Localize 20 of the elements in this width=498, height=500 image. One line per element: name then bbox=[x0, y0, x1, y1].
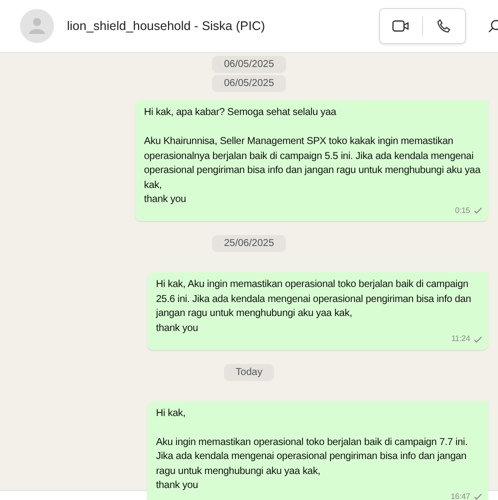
date-label: 06/05/2025 bbox=[212, 56, 286, 73]
message-text: Hi kak, Aku ingin memastikan operasional toko berjalan baik di campaign 25.6 ini. Jika ada kendala mengenai operasional pengiriman bisa info dan jangan ragu untuk menghubungi aku yaa kak, thank you bbox=[156, 278, 472, 335]
date-label: 25/06/2025 bbox=[212, 235, 286, 252]
check-icon bbox=[474, 336, 482, 343]
message-text: Hi kak, bbox=[156, 406, 187, 420]
message-text: Aku Khairunnisa, Seller Management SPX toko kakak ingin memastikan operasionalnya berjalan baik di campaign 5.5 ini. Jika ada kendala mengenai operasional pengiriman bisa info dan jangan ragu untuk menghubungi aku yaa kak, thank you bbox=[144, 135, 482, 207]
message-text: Hi kak, apa kabar? Semoga sehat selalu yaa bbox=[144, 106, 338, 120]
date-label: Today bbox=[224, 364, 274, 380]
video-camera-icon bbox=[392, 19, 410, 33]
message-time: 11:24 bbox=[451, 333, 470, 345]
message-text: Aku ingin memastikan operasional toko berjalan baik di campaign 7.7 ini. Jika ada kendala mengenai operasional pengiriman bisa info dan jangan ragu untuk menghubungi aku yaa kak, thank you bbox=[156, 436, 469, 493]
message-time: 0:15 bbox=[455, 204, 470, 216]
phone-icon bbox=[437, 19, 451, 33]
date-label: 06/05/2025 bbox=[212, 75, 286, 92]
check-icon bbox=[474, 207, 482, 214]
chat-title: lion_shield_household - Siska (PIC) bbox=[67, 19, 266, 33]
search-icon[interactable] bbox=[488, 19, 498, 33]
check-icon bbox=[474, 493, 482, 500]
message-time: 16:47 bbox=[450, 490, 470, 500]
person-icon bbox=[27, 16, 47, 36]
